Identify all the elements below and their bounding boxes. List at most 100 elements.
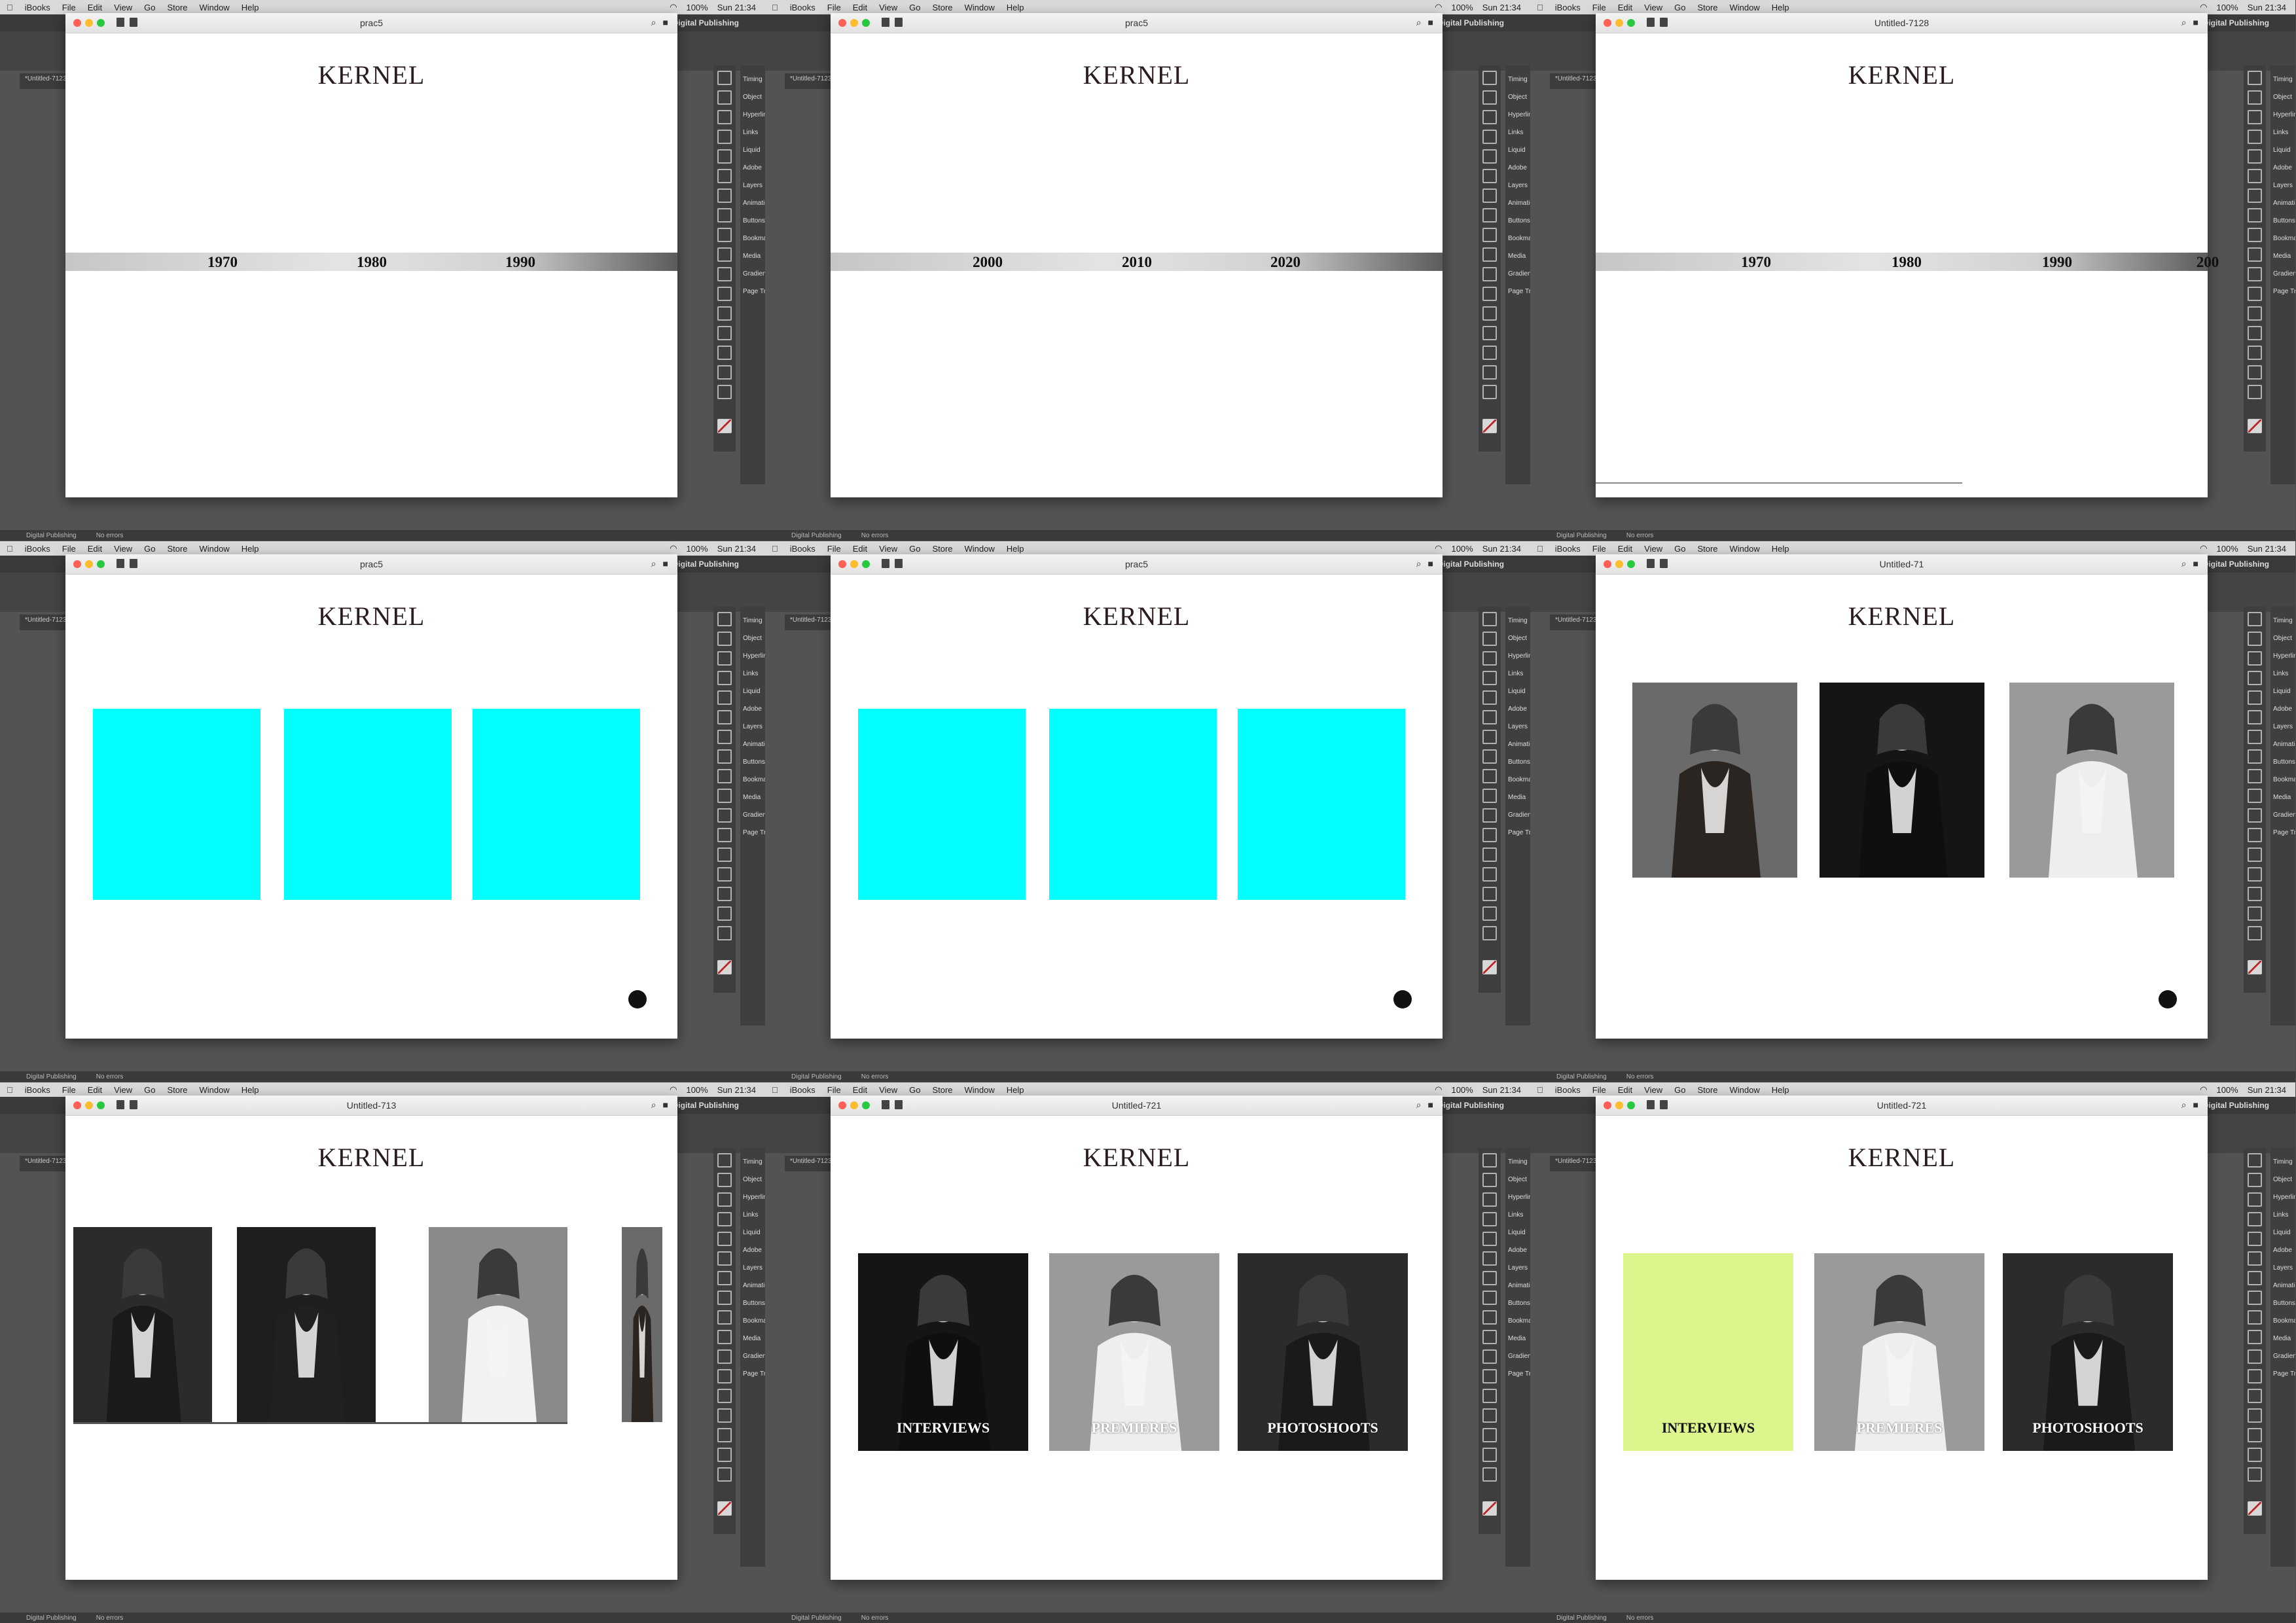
side-panel-tab[interactable]: Hyperlinks [1508, 652, 1530, 660]
menu-item[interactable]: iBooks [1555, 544, 1581, 554]
portrait-photo[interactable] [429, 1227, 567, 1422]
menu-item[interactable]: Edit [1618, 544, 1632, 554]
zoom-tool-icon[interactable] [2248, 385, 2262, 399]
note-tool-icon[interactable] [1482, 1408, 1497, 1423]
gap-tool-icon[interactable] [717, 671, 732, 685]
placeholder-card[interactable] [1049, 709, 1217, 900]
year-label[interactable]: 2020 [1270, 254, 1300, 271]
side-panel-tab[interactable]: Hyperlinks [2273, 111, 2295, 118]
side-panel-tab[interactable]: Object [1508, 94, 1530, 101]
page-tool-icon[interactable] [2248, 110, 2262, 124]
side-panel-tab[interactable]: Layers [743, 1264, 765, 1272]
side-panel-tab[interactable]: Gradient [743, 1353, 765, 1360]
bookmark-icon[interactable]: ■ [1428, 558, 1433, 569]
direct-selection-tool-icon[interactable] [1482, 1173, 1497, 1187]
nav-dot-button[interactable] [2159, 990, 2177, 1008]
fill-stroke-swatch[interactable] [2248, 1501, 2262, 1516]
direct-selection-tool-icon[interactable] [717, 1173, 732, 1187]
menu-item[interactable]: File [62, 544, 76, 554]
search-icon[interactable]: ⌕ [2181, 1099, 2187, 1111]
menu-item[interactable]: Store [932, 3, 952, 12]
direct-selection-tool-icon[interactable] [2248, 90, 2262, 105]
eyedropper-tool-icon[interactable] [2248, 346, 2262, 360]
side-panel-tab[interactable]: Object [743, 94, 765, 101]
side-panel-tab[interactable]: Buttons [743, 758, 765, 766]
type-tool-icon[interactable] [717, 149, 732, 164]
page-tool-icon[interactable] [2248, 651, 2262, 666]
year-label[interactable]: 200 [2197, 254, 2219, 271]
search-icon[interactable]: ⌕ [1416, 558, 1422, 569]
side-panel-tab[interactable]: Animation [2273, 200, 2295, 207]
menu-item[interactable]: Window [200, 3, 230, 12]
apple-icon[interactable]:  [1537, 3, 1543, 12]
bookmark-icon[interactable]: ■ [663, 558, 668, 569]
fill-stroke-swatch[interactable] [2248, 960, 2262, 974]
side-panel-tab[interactable]: Layers [2273, 1264, 2295, 1272]
side-panel-tab[interactable]: Page Tr [743, 829, 765, 836]
side-panel-tab[interactable]: Object [1508, 1176, 1530, 1183]
gap-tool-icon[interactable] [2248, 130, 2262, 144]
side-panel-tab[interactable]: Buttons [743, 1300, 765, 1307]
rectangle-tool-icon[interactable] [717, 789, 732, 803]
category-card[interactable]: INTERVIEWS [1623, 1253, 1793, 1451]
side-panel-tab[interactable]: Media [2273, 794, 2295, 801]
side-panel-tab[interactable]: Hyperlinks [1508, 111, 1530, 118]
eyedropper-tool-icon[interactable] [1482, 346, 1497, 360]
side-panel-tab[interactable]: Bookmarks [2273, 1317, 2295, 1325]
rectangle-tool-icon[interactable] [717, 1330, 732, 1344]
side-panel-tab[interactable]: Layers [2273, 723, 2295, 730]
side-panel-tab[interactable]: Links [743, 129, 765, 136]
gradient-tool-icon[interactable] [717, 1389, 732, 1403]
side-panel-tab[interactable]: Links [743, 1211, 765, 1219]
line-tool-icon[interactable] [2248, 710, 2262, 724]
side-panel-tab[interactable]: Gradient [2273, 1353, 2295, 1360]
hand-tool-icon[interactable] [717, 1448, 732, 1462]
menu-item[interactable]: Edit [853, 3, 867, 12]
portrait-photo[interactable] [1632, 683, 1797, 878]
side-panel-tab[interactable]: Object [1508, 635, 1530, 642]
side-panel-tab[interactable]: Buttons [1508, 217, 1530, 224]
side-panel-tab[interactable]: Object [2273, 94, 2295, 101]
side-panel-tab[interactable]: Page Tr [1508, 288, 1530, 295]
workspace-switcher[interactable]: Digital Publishing [673, 560, 739, 569]
side-panel-tab[interactable]: Media [1508, 794, 1530, 801]
frame-tool-icon[interactable] [717, 1310, 732, 1325]
search-icon[interactable]: ⌕ [651, 1099, 656, 1111]
side-panel-tab[interactable]: Bookmarks [2273, 776, 2295, 783]
fill-stroke-swatch[interactable] [1482, 960, 1497, 974]
rectangle-tool-icon[interactable] [717, 247, 732, 262]
menu-item[interactable]: File [827, 3, 841, 12]
side-panel-tab[interactable]: Gradient [1508, 1353, 1530, 1360]
menu-item[interactable]: Edit [88, 544, 102, 554]
menu-item[interactable]: Help [1007, 544, 1024, 554]
side-panel-tab[interactable]: Animation [1508, 200, 1530, 207]
apple-icon[interactable]:  [7, 544, 13, 554]
hand-tool-icon[interactable] [2248, 906, 2262, 921]
line-tool-icon[interactable] [1482, 169, 1497, 183]
menu-item[interactable]: Window [965, 1085, 995, 1095]
gap-tool-icon[interactable] [1482, 130, 1497, 144]
zoom-tool-icon[interactable] [1482, 926, 1497, 940]
pen-tool-icon[interactable] [1482, 1271, 1497, 1285]
menu-item[interactable]: Help [1007, 3, 1024, 12]
side-panel-tab[interactable]: Adobe [743, 1247, 765, 1254]
side-panel-tab[interactable]: Page Tr [2273, 288, 2295, 295]
page-tool-icon[interactable] [717, 110, 732, 124]
frame-tool-icon[interactable] [717, 228, 732, 242]
menu-item[interactable]: File [62, 1085, 76, 1095]
side-panel-tab[interactable]: Buttons [743, 217, 765, 224]
apple-icon[interactable]:  [7, 3, 13, 12]
bookmark-icon[interactable]: ■ [1428, 17, 1433, 28]
side-panel-tab[interactable]: Object [743, 1176, 765, 1183]
pencil-tool-icon[interactable] [2248, 749, 2262, 764]
side-panel-tab[interactable]: Media [1508, 1335, 1530, 1342]
line-tool-icon[interactable] [717, 1251, 732, 1266]
apple-icon[interactable]:  [772, 3, 778, 12]
hand-tool-icon[interactable] [1482, 906, 1497, 921]
eyedropper-tool-icon[interactable] [717, 1428, 732, 1442]
side-panel-tab[interactable]: Timing [1508, 1158, 1530, 1166]
gap-tool-icon[interactable] [717, 130, 732, 144]
bookmark-icon[interactable]: ■ [1428, 1099, 1433, 1111]
menu-item[interactable]: Window [965, 544, 995, 554]
hand-tool-icon[interactable] [1482, 1448, 1497, 1462]
